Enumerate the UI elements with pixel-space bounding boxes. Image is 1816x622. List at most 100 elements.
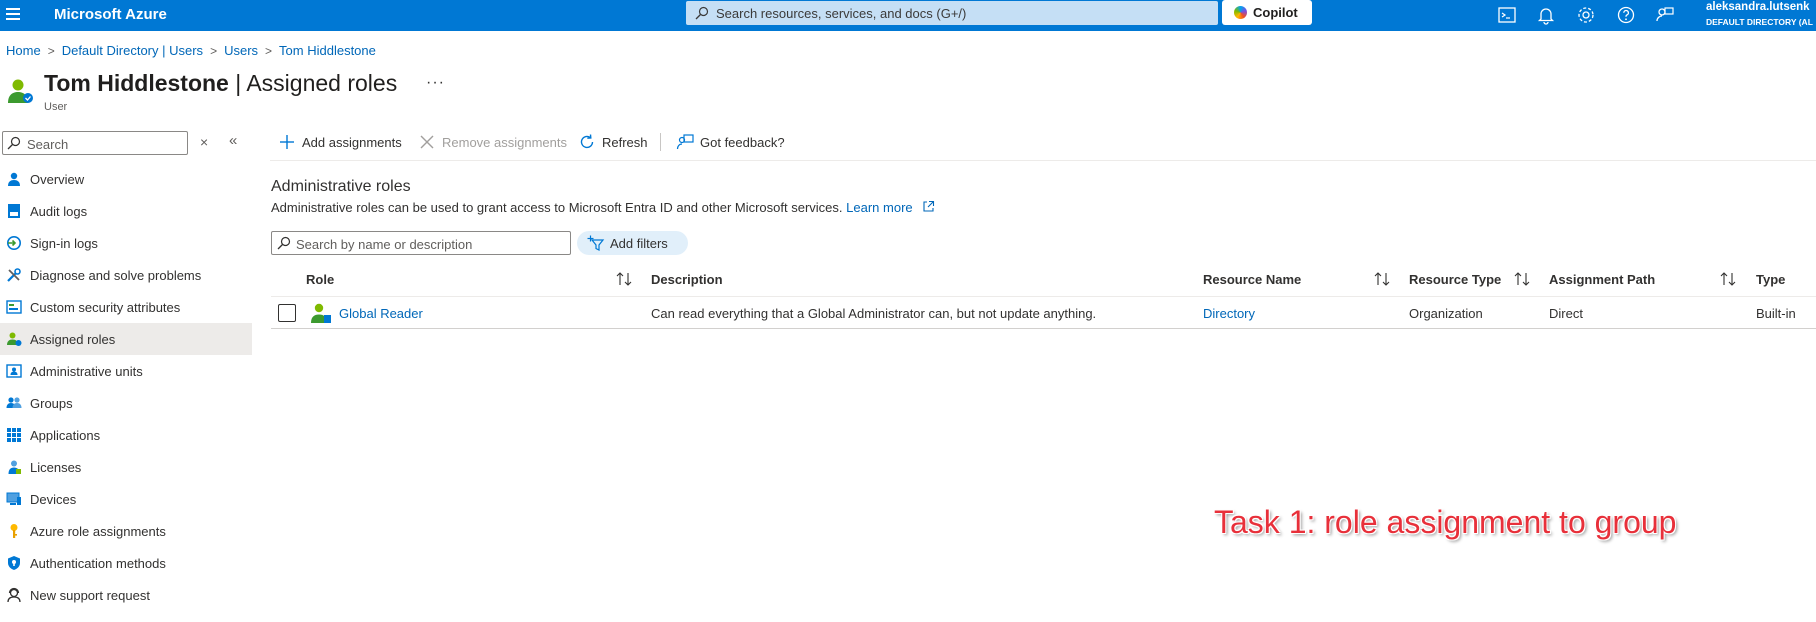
admin-units-icon <box>6 364 22 378</box>
role-icon <box>311 303 331 323</box>
sidebar-item-label: Authentication methods <box>30 556 166 571</box>
more-options-button[interactable]: ··· <box>426 74 445 92</box>
row-checkbox[interactable] <box>278 304 296 322</box>
search-icon <box>277 236 291 250</box>
apps-grid-icon <box>7 428 21 442</box>
sort-icon[interactable] <box>1513 271 1531 287</box>
wrench-icon <box>7 268 21 282</box>
sidebar-item-authentication-methods[interactable]: Authentication methods <box>0 547 252 579</box>
sidebar-item-applications[interactable]: Applications <box>0 419 252 451</box>
help-icon[interactable] <box>1615 4 1637 26</box>
add-filters-label: Add filters <box>610 236 668 251</box>
column-header-assignment-path[interactable]: Assignment Path <box>1549 272 1655 287</box>
add-assignments-label: Add assignments <box>302 135 402 150</box>
sidebar-item-devices[interactable]: Devices <box>0 483 252 515</box>
chevron-right-icon: > <box>265 44 273 58</box>
column-header-role[interactable]: Role <box>306 272 334 287</box>
roles-search-input[interactable]: Search by name or description <box>271 231 571 255</box>
feedback-label: Got feedback? <box>700 135 785 150</box>
breadcrumb-users[interactable]: Users <box>224 43 258 58</box>
table-row-divider <box>271 328 1816 329</box>
hamburger-menu-icon[interactable] <box>6 8 20 22</box>
sort-icon[interactable] <box>1719 271 1737 287</box>
portal-brand[interactable]: Microsoft Azure <box>54 6 167 23</box>
global-search-placeholder: Search resources, services, and docs (G+… <box>716 6 967 21</box>
resource-name-link[interactable]: Directory <box>1203 306 1255 321</box>
page-title-user: Tom Hiddlestone <box>44 70 229 96</box>
account-directory[interactable]: DEFAULT DIRECTORY (AL <box>1706 17 1813 27</box>
copilot-label: Copilot <box>1253 5 1298 20</box>
sidebar-search-placeholder: Search <box>27 137 69 152</box>
sidebar-item-label: Groups <box>30 396 73 411</box>
license-icon <box>8 460 21 474</box>
sidebar-item-azure-role-assignments[interactable]: Azure role assignments <box>0 515 252 547</box>
sidebar-item-overview[interactable]: Overview <box>0 163 252 195</box>
breadcrumb: Home > Default Directory | Users > Users > Tom… <box>6 43 376 58</box>
learn-more-link[interactable]: Learn more <box>846 200 912 215</box>
feedback-icon[interactable] <box>1654 4 1676 26</box>
breadcrumb-default-directory-users[interactable]: Default Directory | Users <box>62 43 203 58</box>
column-header-description[interactable]: Description <box>651 272 723 287</box>
sidebar-item-licenses[interactable]: Licenses <box>0 451 252 483</box>
role-link[interactable]: Global Reader <box>339 306 423 321</box>
sidebar-item-label: Custom security attributes <box>30 300 181 315</box>
top-bar: Microsoft Azure Search resources, servic… <box>0 0 1816 31</box>
audit-log-icon <box>8 204 20 218</box>
role-type: Built-in <box>1756 306 1796 321</box>
device-icon <box>6 492 21 505</box>
copilot-icon <box>1234 6 1247 19</box>
refresh-button[interactable]: Refresh <box>578 133 652 153</box>
sidebar-item-label: Azure role assignments <box>30 524 166 539</box>
shield-icon <box>8 556 20 570</box>
settings-icon[interactable] <box>1575 4 1597 26</box>
cloud-shell-icon[interactable] <box>1496 4 1518 26</box>
sidebar-item-label: Sign-in logs <box>30 236 98 251</box>
sidebar-search-input[interactable]: Search <box>2 131 188 155</box>
sidebar-item-administrative-units[interactable]: Administrative units <box>0 355 252 387</box>
clear-search-button[interactable]: × <box>200 134 208 150</box>
assigned-roles-icon <box>7 332 22 346</box>
page-title-blade: | Assigned roles <box>235 70 398 96</box>
sidebar-item-audit-logs[interactable]: Audit logs <box>0 195 252 227</box>
refresh-label: Refresh <box>602 135 648 150</box>
feedback-icon <box>676 134 694 150</box>
sidebar-item-custom-security-attributes[interactable]: Custom security attributes <box>0 291 252 323</box>
sidebar-nav: Overview Audit logs Sign-in logs Diagnos… <box>0 163 252 611</box>
search-icon <box>7 136 21 150</box>
toolbar-divider <box>660 133 661 151</box>
sort-icon[interactable] <box>615 271 633 287</box>
section-description-text: Administrative roles can be used to gran… <box>271 200 843 215</box>
add-assignments-button[interactable]: Add assignments <box>278 133 408 153</box>
collapse-sidebar-button[interactable]: « <box>229 132 237 149</box>
feedback-button[interactable]: Got feedback? <box>676 133 796 153</box>
resource-type: Organization <box>1409 306 1483 321</box>
chevron-right-icon: > <box>47 44 55 58</box>
add-filters-button[interactable]: Add filters <box>577 231 688 255</box>
external-link-icon[interactable] <box>922 200 935 213</box>
notifications-icon[interactable] <box>1535 4 1557 26</box>
global-search-input[interactable]: Search resources, services, and docs (G+… <box>686 1 1218 25</box>
sidebar-item-new-support-request[interactable]: New support request <box>0 579 252 611</box>
sidebar-item-assigned-roles[interactable]: Assigned roles <box>0 323 252 355</box>
column-header-resource-name[interactable]: Resource Name <box>1203 272 1301 287</box>
copilot-button[interactable]: Copilot <box>1222 0 1312 25</box>
sidebar-item-diagnose[interactable]: Diagnose and solve problems <box>0 259 252 291</box>
sidebar-item-label: Overview <box>30 172 85 187</box>
sidebar-item-sign-in-logs[interactable]: Sign-in logs <box>0 227 252 259</box>
refresh-icon <box>580 134 594 149</box>
sidebar-item-groups[interactable]: Groups <box>0 387 252 419</box>
sort-icon[interactable] <box>1373 271 1391 287</box>
sidebar-item-label: Licenses <box>30 460 82 475</box>
breadcrumb-user[interactable]: Tom Hiddlestone <box>279 43 376 58</box>
groups-icon <box>6 397 22 408</box>
sign-in-icon <box>7 236 21 250</box>
sidebar-item-label: Devices <box>30 492 77 507</box>
column-header-resource-type[interactable]: Resource Type <box>1409 272 1501 287</box>
sidebar-item-label: Diagnose and solve problems <box>30 268 202 283</box>
sidebar-item-label: New support request <box>30 588 150 603</box>
column-header-type[interactable]: Type <box>1756 272 1785 287</box>
remove-assignments-button[interactable]: Remove assignments <box>418 133 568 153</box>
toolbar-separator <box>270 160 1816 161</box>
breadcrumb-home[interactable]: Home <box>6 43 41 58</box>
account-name[interactable]: aleksandra.lutsenk <box>1706 1 1810 13</box>
